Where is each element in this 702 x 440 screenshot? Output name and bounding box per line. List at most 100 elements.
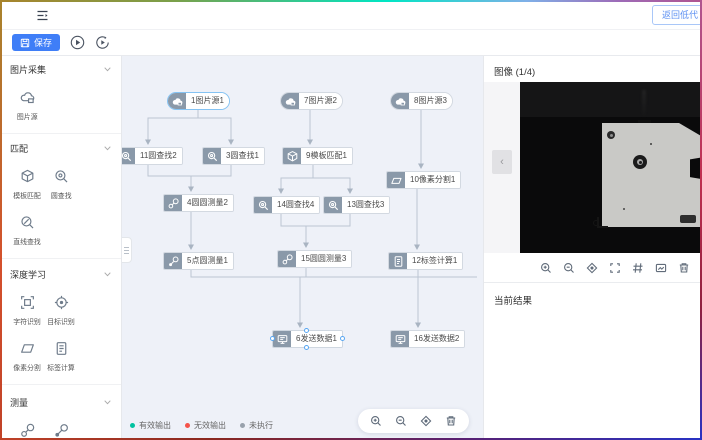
plate-hole-center bbox=[633, 155, 647, 169]
metal-plate bbox=[602, 123, 702, 227]
flow-node-6[interactable]: 6发送数据1 bbox=[272, 330, 343, 348]
flow-node-3[interactable]: 3圆查找1 bbox=[202, 147, 265, 165]
circle-circle-measure-icon bbox=[19, 422, 36, 439]
sidebar-item-image-source[interactable]: 图片源 bbox=[10, 89, 44, 122]
flow-canvas[interactable]: 1图片源1 7图片源2 8图片源3 11圆查找2 3圆查找1 9模板匹配1 10像素分割1 4… bbox=[122, 56, 483, 440]
camera-image[interactable] bbox=[520, 82, 702, 253]
sidebar-item-line-find[interactable]: 直线查找 bbox=[10, 214, 44, 247]
back-to-lowcode-button[interactable]: 返回低代 bbox=[652, 5, 702, 25]
prev-image-button[interactable]: ‹ bbox=[492, 150, 512, 174]
legend-valid-output: 有效输出 bbox=[130, 420, 171, 431]
flow-node-label: 13圆查找3 bbox=[342, 197, 389, 213]
find-icon bbox=[324, 197, 342, 213]
zoom-out-icon[interactable] bbox=[563, 262, 575, 274]
legend-not-executed: 未执行 bbox=[240, 420, 273, 431]
locate-icon[interactable] bbox=[586, 262, 598, 274]
grid-icon[interactable] bbox=[632, 262, 644, 274]
label-calc-icon bbox=[53, 340, 70, 357]
sidebar-collapse-handle[interactable] bbox=[122, 237, 132, 263]
flow-node-14[interactable]: 14圆查找4 bbox=[253, 196, 320, 214]
collapse-menu-icon[interactable] bbox=[36, 9, 49, 22]
chevron-down-icon bbox=[104, 67, 111, 72]
mm-icon bbox=[164, 195, 182, 211]
sidebar-item-circle-find[interactable]: 圆查找 bbox=[44, 168, 78, 201]
section-header-match[interactable]: 匹配 bbox=[10, 134, 111, 155]
flow-node-1[interactable]: 1图片源1 bbox=[167, 92, 230, 110]
image-speck bbox=[623, 208, 625, 210]
grip-icon bbox=[124, 247, 129, 254]
red-dot-icon bbox=[185, 423, 190, 428]
frame-border-left bbox=[0, 0, 2, 440]
fullscreen-icon[interactable] bbox=[609, 262, 621, 274]
section-header-measure[interactable]: 测量 bbox=[10, 385, 111, 409]
flow-node-label: 5点圆测量1 bbox=[182, 253, 233, 269]
chevron-down-icon bbox=[104, 400, 111, 405]
section-header-image-capture[interactable]: 图片采集 bbox=[10, 56, 111, 76]
find-icon bbox=[254, 197, 272, 213]
flow-node-10[interactable]: 10像素分割1 bbox=[386, 171, 461, 189]
target-icon bbox=[53, 294, 70, 311]
flow-edge bbox=[313, 165, 350, 193]
flow-edges bbox=[122, 56, 483, 440]
flow-node-label: 6发送数据1 bbox=[291, 331, 342, 347]
section-match: 匹配 模板匹配 圆查找 直线查找 bbox=[0, 134, 121, 259]
flow-node-7[interactable]: 7图片源2 bbox=[280, 92, 343, 110]
sidebar-item-target-recognition[interactable]: 目标识别 bbox=[44, 294, 78, 327]
pc-icon bbox=[164, 253, 182, 269]
flow-edge bbox=[191, 270, 477, 277]
flow-node-15[interactable]: 15圆圆测量3 bbox=[277, 250, 352, 268]
send-icon bbox=[273, 331, 291, 347]
save-button-label: 保存 bbox=[34, 36, 52, 49]
current-result-header: 当前结果 bbox=[484, 283, 702, 307]
save-button[interactable]: 保存 bbox=[12, 34, 60, 51]
image-fit-icon[interactable] bbox=[655, 262, 667, 274]
flow-node-12[interactable]: 12标签计算1 bbox=[388, 252, 463, 270]
plate-hole-small bbox=[607, 131, 615, 139]
cloud-icon bbox=[391, 93, 409, 109]
zoom-out-icon[interactable] bbox=[395, 415, 407, 427]
run-button[interactable] bbox=[70, 35, 85, 50]
flow-node-5[interactable]: 5点圆测量1 bbox=[163, 252, 234, 270]
flow-node-13[interactable]: 13圆查找3 bbox=[323, 196, 390, 214]
find-icon bbox=[122, 148, 135, 164]
cube-icon bbox=[283, 148, 301, 164]
locate-icon[interactable] bbox=[420, 415, 432, 427]
trash-icon[interactable] bbox=[678, 262, 690, 274]
flow-edge bbox=[148, 110, 198, 144]
trash-icon[interactable] bbox=[445, 415, 457, 427]
legend-invalid-output: 无效输出 bbox=[185, 420, 226, 431]
flow-edge bbox=[281, 165, 313, 193]
gray-dot-icon bbox=[240, 423, 245, 428]
ocr-icon bbox=[19, 294, 36, 311]
sidebar-item-template-match[interactable]: 模板匹配 bbox=[10, 168, 44, 201]
flow-node-4[interactable]: 4圆圆测量2 bbox=[163, 194, 234, 212]
image-background-band bbox=[520, 82, 702, 117]
flow-edge bbox=[281, 214, 306, 247]
top-header-bar: 返回低代 bbox=[0, 0, 702, 30]
step-run-button[interactable] bbox=[95, 35, 110, 50]
flow-node-label: 1图片源1 bbox=[186, 93, 229, 109]
flow-node-11[interactable]: 11圆查找2 bbox=[122, 147, 183, 165]
image-speck bbox=[650, 143, 652, 145]
doc-icon bbox=[389, 253, 407, 269]
node-resize-handle[interactable] bbox=[270, 336, 275, 341]
flow-node-8[interactable]: 8图片源3 bbox=[390, 92, 453, 110]
image-toolbar bbox=[484, 253, 702, 283]
zoom-in-icon[interactable] bbox=[370, 415, 382, 427]
flow-node-16[interactable]: 16发送数据2 bbox=[390, 330, 465, 348]
sidebar-item-char-recognition[interactable]: 字符识别 bbox=[10, 294, 44, 327]
section-header-deep-learning[interactable]: 深度学习 bbox=[10, 259, 111, 281]
flow-node-label: 12标签计算1 bbox=[407, 253, 462, 269]
flow-node-label: 16发送数据2 bbox=[409, 331, 464, 347]
green-dot-icon bbox=[130, 423, 135, 428]
canvas-controls bbox=[358, 409, 469, 433]
zoom-in-icon[interactable] bbox=[540, 262, 552, 274]
cloud-image-icon bbox=[19, 89, 36, 106]
flow-node-9[interactable]: 9模板匹配1 bbox=[282, 147, 353, 165]
flow-node-label: 15圆圆测量3 bbox=[296, 251, 351, 267]
node-resize-handle[interactable] bbox=[340, 336, 345, 341]
sidebar-item-label-calc[interactable]: 标签计算 bbox=[44, 340, 78, 373]
sidebar-item-pixel-segment[interactable]: 像素分割 bbox=[10, 340, 44, 373]
flow-toolbar: 保存 bbox=[0, 30, 702, 56]
flow-node-label: 8图片源3 bbox=[409, 93, 452, 109]
